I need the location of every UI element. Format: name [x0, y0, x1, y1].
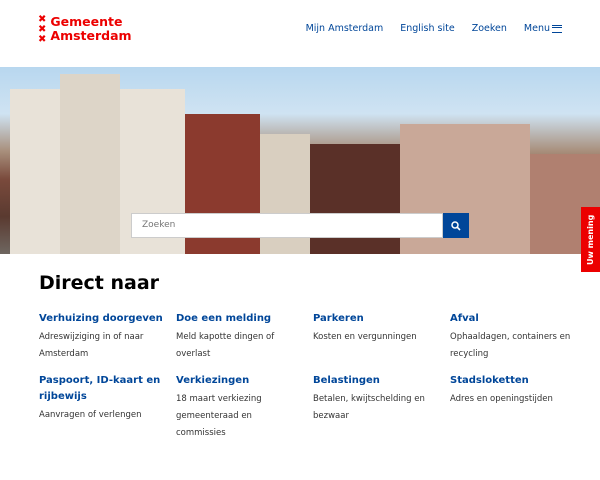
- link-title[interactable]: Verkiezingen: [176, 373, 301, 389]
- link-desc: 18 maart verkiezing gemeenteraad en comm…: [176, 394, 262, 438]
- link-desc: Meld kapotte dingen of overlast: [176, 332, 275, 359]
- link-desc: Adres en openingstijden: [450, 394, 553, 404]
- logo-text-2: Amsterdam: [50, 28, 132, 43]
- nav-mijn-amsterdam[interactable]: Mijn Amsterdam: [306, 23, 384, 34]
- nav-english-site[interactable]: English site: [400, 23, 454, 34]
- quick-link[interactable]: Verkiezingen 18 maart verkiezing gemeente…: [176, 373, 313, 442]
- nav-menu[interactable]: Menu: [524, 23, 562, 34]
- link-title[interactable]: Parkeren: [313, 311, 438, 327]
- logo[interactable]: ✖ ✖ ✖ Gemeente Amsterdam: [38, 15, 132, 45]
- link-desc: Ophaaldagen, containers en recycling: [450, 332, 571, 359]
- quick-link[interactable]: Afval Ophaaldagen, containers en recyclin…: [450, 311, 587, 363]
- logo-crosses-icon: ✖ ✖ ✖: [38, 14, 47, 45]
- search-input[interactable]: Zoeken: [131, 213, 443, 238]
- link-title[interactable]: Paspoort, ID-kaart en rijbewijs: [39, 373, 164, 405]
- link-title[interactable]: Verhuizing doorgeven: [39, 311, 164, 327]
- quick-link[interactable]: Verhuizing doorgeven Adreswijziging in of…: [39, 311, 176, 363]
- nav-zoeken[interactable]: Zoeken: [472, 23, 507, 34]
- logo-text-1: Gemeente: [50, 14, 123, 29]
- quick-link[interactable]: Paspoort, ID-kaart en rijbewijs Aanvragen…: [39, 373, 176, 442]
- link-desc: Aanvragen of verlengen: [39, 410, 142, 420]
- link-title[interactable]: Belastingen: [313, 373, 438, 389]
- quick-links: Verhuizing doorgeven Adreswijziging in of…: [39, 311, 587, 442]
- top-nav: Mijn Amsterdam English site Zoeken Menu: [306, 23, 562, 34]
- quick-link[interactable]: Parkeren Kosten en vergunningen: [313, 311, 450, 363]
- search-button[interactable]: [443, 213, 469, 238]
- link-title[interactable]: Afval: [450, 311, 575, 327]
- link-desc: Betalen, kwijtschelding en bezwaar: [313, 394, 425, 421]
- quick-link[interactable]: Belastingen Betalen, kwijtschelding en be…: [313, 373, 450, 442]
- link-desc: Adreswijziging in of naar Amsterdam: [39, 332, 144, 359]
- feedback-tab[interactable]: Uw mening: [581, 207, 600, 272]
- link-title[interactable]: Doe een melding: [176, 311, 301, 327]
- hamburger-icon: [552, 24, 562, 33]
- search-icon: [451, 220, 461, 231]
- link-desc: Kosten en vergunningen: [313, 332, 417, 342]
- link-title[interactable]: Stadsloketten: [450, 373, 575, 389]
- section-title: Direct naar: [39, 272, 160, 294]
- quick-link[interactable]: Doe een melding Meld kapotte dingen of ov…: [176, 311, 313, 363]
- site-header: ✖ ✖ ✖ Gemeente Amsterdam Mijn Amsterdam Eng…: [0, 0, 600, 67]
- menu-label: Menu: [523, 23, 550, 34]
- quick-link[interactable]: Stadsloketten Adres en openingstijden: [450, 373, 587, 442]
